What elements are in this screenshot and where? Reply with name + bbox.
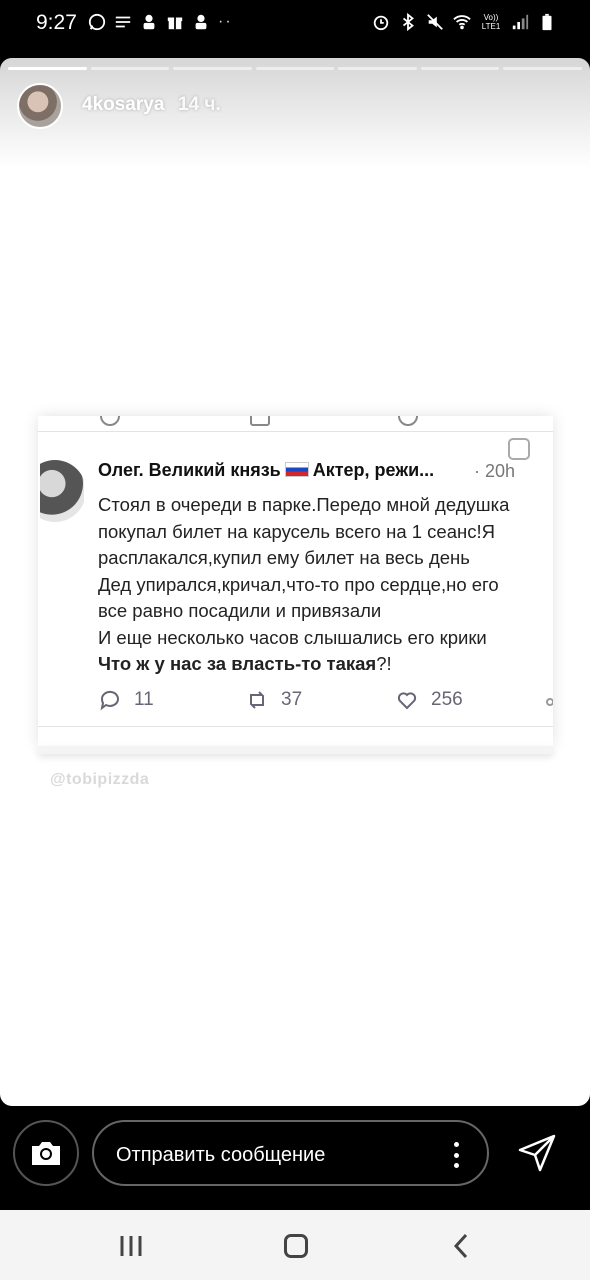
progress-segment [173,67,252,70]
camera-button[interactable] [13,1120,79,1186]
message-input[interactable]: Отправить сообщение [92,1120,489,1186]
system-icons: Vo)) LTE1 [372,12,556,32]
tweet-author-bio: Актер, режи... [312,460,435,480]
tweet-replies: 11 [98,688,154,712]
russia-flag-icon [284,462,309,477]
progress-segment [255,67,335,70]
like-icon [398,416,418,426]
progress-segment [8,67,87,70]
retweet-icon [249,691,265,709]
likes-count: 256 [431,689,463,710]
volte-icon: Vo)) LTE1 [481,13,501,31]
tweet-line: расплакался,купил ему билет на весь день [98,547,470,568]
next-tweet-edge [38,746,553,754]
watermark: @tobipizzda [50,771,150,788]
status-time: 9:27 [36,11,77,34]
home-button[interactable] [284,1234,308,1258]
like-icon [397,692,417,710]
mute-icon [426,12,444,32]
user-avatar[interactable] [17,83,63,129]
tweet-actions: 11 37 256 [98,688,553,716]
checkbox-icon [508,438,530,460]
retweet-icon [250,416,270,426]
send-icon[interactable] [516,1132,558,1174]
navigation-bar [0,1210,590,1280]
tweet-line-last: Что ж у нас за власть-то такая?! [98,651,553,678]
tweet-author-avatar [40,460,84,522]
story-progress [8,67,583,70]
tweet-likes: 256 [395,688,463,712]
replies-count: 11 [134,689,154,710]
reply-icon [100,690,119,711]
wifi-icon [453,12,471,32]
tweet-screenshot: Олег. Великий князь Актер, режи... · 20h … [38,416,553,746]
messages-icon [114,12,132,32]
tweet-time: · 20h [474,461,516,481]
app-icon [140,12,158,32]
whatsapp-icon [88,12,106,32]
progress-segment [338,67,417,70]
tweet-line: Дед упирался,кричал,что-то про сердце,но… [98,573,499,595]
tweet-line: покупал билет на карусель всего на 1 сеа… [98,520,495,542]
progress-segment [420,67,500,70]
story-view[interactable]: 4kosarya 14 ч. Олег. Великий князь Актер,… [0,58,590,1106]
previous-tweet-actions [38,416,553,432]
tweet-bold-text: Что ж у нас за власть-то такая [98,653,377,674]
status-bar: 9:27 ·· Vo)) LTE1 [0,0,590,48]
tweet-line: И еще несколько часов слышались его крик… [98,626,487,648]
signal-icon [511,12,529,32]
battery-icon [538,12,556,32]
share-icon [546,698,553,706]
tweet-line: все равно посадили и привязали [98,600,382,621]
bluetooth-icon [399,12,417,32]
retweets-count: 37 [281,689,303,710]
reply-icon [100,416,120,426]
tweet-retweets: 37 [245,688,302,712]
back-button[interactable] [450,1232,474,1260]
tweet-divider [38,726,553,727]
tweet-text: Стоял в очереди в парке.Передо мной деду… [98,492,553,678]
tweet-author: Олег. Великий князь Актер, режи... [98,460,434,481]
more-notifications: ·· [218,13,233,30]
tweet-author-name: Олег. Великий князь [98,460,281,480]
alarm-icon [372,12,390,32]
notification-icons: ·· [88,12,233,32]
tweet-line: Стоял в очереди в парке.Передо мной деду… [98,494,510,515]
app-icon [192,12,210,32]
story-posted-time: 14 ч. [178,94,221,115]
reply-bar: Отправить сообщение [0,1106,590,1210]
story-username[interactable]: 4kosarya [82,94,164,116]
gift-icon [166,12,184,32]
progress-segment [90,67,170,70]
progress-segment [503,67,583,70]
tweet-line-tail: ?! [376,653,392,674]
camera-icon [32,1142,60,1165]
message-placeholder: Отправить сообщение [116,1144,326,1166]
recent-apps-button[interactable] [118,1234,146,1258]
more-options-icon[interactable] [453,1142,459,1168]
